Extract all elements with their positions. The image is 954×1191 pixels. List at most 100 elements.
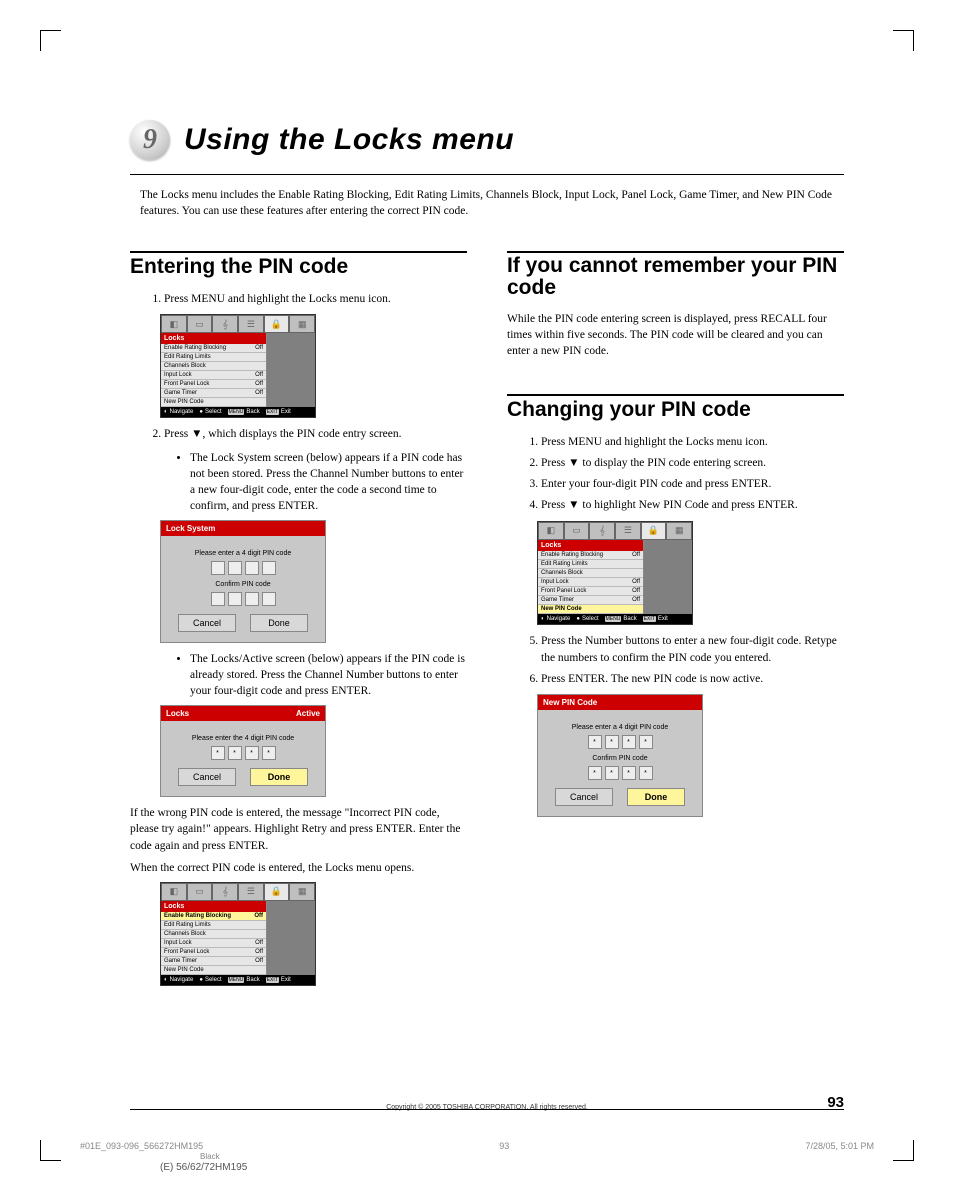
menu-row: Edit Rating Limits	[161, 353, 266, 362]
menu-row: Channels Block	[161, 362, 266, 371]
body-text: When the correct PIN code is entered, th…	[130, 860, 467, 876]
locks-menu-screenshot: ◧ ▭ 𝄞 ☰ 🔒 ▦ Locks Enable Rating Blocking…	[160, 314, 316, 418]
step: Press MENU and highlight the Locks menu …	[164, 291, 467, 308]
down-arrow-icon: ▼	[191, 428, 202, 440]
steps-changing-cont: Press the Number buttons to enter a new …	[523, 633, 844, 689]
confirm-text: Confirm PIN code	[544, 755, 696, 762]
pin-cells: ****	[167, 746, 319, 760]
chapter-title: Using the Locks menu	[184, 123, 514, 157]
menu-tabbar: ◧ ▭ 𝄞 ☰ 🔒 ▦	[161, 315, 315, 333]
lock-icon: 🔒	[641, 522, 667, 540]
tab-icon: 𝄞	[212, 315, 238, 333]
locks-active-dialog: LocksActive Please enter the 4 digit PIN…	[160, 705, 326, 797]
tab-icon: 𝄞	[589, 522, 615, 540]
bullet-item: The Locks/Active screen (below) appears …	[190, 651, 467, 699]
menu-row: Enable Rating BlockingOff	[161, 344, 266, 353]
copyright: Copyright © 2005 TOSHIBA CORPORATION. Al…	[386, 1104, 588, 1111]
chapter-heading: 9 Using the Locks menu	[130, 120, 844, 160]
pin-cells	[167, 561, 319, 575]
help-bar: ◐ Navigate ● Select MENU Back EXIT Exit	[538, 614, 692, 624]
menu-row: Channels Block	[538, 569, 643, 578]
print-footer: #01E_093-096_566272HM195 93 7/28/05, 5:0…	[80, 1141, 874, 1151]
help-bar: ◐ Navigate ● Select MENU Back EXIT Exit	[161, 407, 315, 417]
step: Press ▼, which displays the PIN code ent…	[164, 426, 467, 443]
tab-icon: ☰	[615, 522, 641, 540]
menu-row: Game TimerOff	[161, 389, 266, 398]
tab-icon: ▭	[187, 883, 213, 901]
prompt-text: Please enter a 4 digit PIN code	[544, 724, 696, 731]
menu-row: Input LockOff	[161, 939, 266, 948]
footer-date: 7/28/05, 5:01 PM	[805, 1141, 874, 1151]
footer-page: 93	[499, 1141, 509, 1151]
menu-panel: Locks Enable Rating BlockingOff Edit Rat…	[161, 333, 267, 407]
model-ref: (E) 56/62/72HM195	[160, 1162, 247, 1173]
done-button[interactable]: Done	[250, 614, 308, 632]
tab-icon: ▦	[289, 883, 315, 901]
rule	[130, 174, 844, 175]
pin-cells: ****	[544, 735, 696, 749]
rule	[507, 394, 844, 396]
pin-cells	[167, 592, 319, 606]
done-button[interactable]: Done	[627, 788, 685, 806]
step: Press MENU and highlight the Locks menu …	[541, 434, 844, 451]
menu-row-selected: New PIN Code	[538, 605, 643, 614]
cancel-button[interactable]: Cancel	[555, 788, 613, 806]
tab-icon: ▦	[666, 522, 692, 540]
new-pin-dialog: New PIN Code Please enter a 4 digit PIN …	[537, 694, 703, 817]
section-title-forgot: If you cannot remember your PIN code	[507, 255, 844, 299]
menu-row-selected: Enable Rating BlockingOff	[161, 912, 266, 921]
cancel-button[interactable]: Cancel	[178, 768, 236, 786]
menu-row: Front Panel LockOff	[538, 587, 643, 596]
menu-row: Game TimerOff	[538, 596, 643, 605]
manual-page: 9 Using the Locks menu The Locks menu in…	[0, 0, 954, 1191]
menu-row: Input LockOff	[161, 371, 266, 380]
prompt-text: Please enter a 4 digit PIN code	[167, 550, 319, 557]
cancel-button[interactable]: Cancel	[178, 614, 236, 632]
tab-icon: ▭	[564, 522, 590, 540]
step: Press ▼ to display the PIN code entering…	[541, 455, 844, 472]
bullet-item: The Lock System screen (below) appears i…	[190, 450, 467, 514]
menu-row: Channels Block	[161, 930, 266, 939]
menu-row: Edit Rating Limits	[161, 921, 266, 930]
tab-icon: ▦	[289, 315, 315, 333]
section-title-changing: Changing your PIN code	[507, 398, 844, 422]
menu-header: Locks	[538, 540, 643, 551]
tab-icon: ▭	[187, 315, 213, 333]
menu-row: Front Panel LockOff	[161, 948, 266, 957]
steps-changing: Press MENU and highlight the Locks menu …	[523, 434, 844, 515]
menu-row: Edit Rating Limits	[538, 560, 643, 569]
rule	[130, 251, 467, 253]
dialog-header: Lock System	[161, 521, 325, 536]
tab-icon: 𝄞	[212, 883, 238, 901]
menu-row: Game TimerOff	[161, 957, 266, 966]
step: Press ▼ to highlight New PIN Code and pr…	[541, 497, 844, 514]
lock-icon: 🔒	[264, 883, 290, 901]
tab-icon: ☰	[238, 883, 264, 901]
step: Press ENTER. The new PIN code is now act…	[541, 671, 844, 688]
menu-row: New PIN Code	[161, 398, 266, 407]
crop-mark	[893, 30, 914, 51]
body-text: While the PIN code entering screen is di…	[507, 311, 844, 359]
step: Press the Number buttons to enter a new …	[541, 633, 844, 668]
done-button[interactable]: Done	[250, 768, 308, 786]
menu-tabbar: ◧ ▭ 𝄞 ☰ 🔒 ▦	[161, 883, 315, 901]
help-bar: ◐ Navigate ● Select MENU Back EXIT Exit	[161, 975, 315, 985]
lock-icon: 🔒	[264, 315, 290, 333]
dialog-header: LocksActive	[161, 706, 325, 721]
steps-entering: Press MENU and highlight the Locks menu …	[146, 291, 467, 308]
menu-header: Locks	[161, 901, 266, 912]
right-column: If you cannot remember your PIN code Whi…	[507, 243, 844, 994]
menu-header: Locks	[161, 333, 266, 344]
locks-menu-open-screenshot: ◧ ▭ 𝄞 ☰ 🔒 ▦ Locks Enable Rating Blocking…	[160, 882, 316, 986]
rule	[130, 1109, 844, 1110]
tab-icon: ☰	[238, 315, 264, 333]
file-ref: #01E_093-096_566272HM195	[80, 1141, 203, 1151]
crop-mark	[40, 1140, 61, 1161]
tab-icon: ◧	[538, 522, 564, 540]
prompt-text: Please enter the 4 digit PIN code	[167, 735, 319, 742]
confirm-text: Confirm PIN code	[167, 581, 319, 588]
crop-mark	[893, 1140, 914, 1161]
section-title-entering: Entering the PIN code	[130, 255, 467, 279]
steps-entering-2: Press ▼, which displays the PIN code ent…	[146, 426, 467, 443]
menu-row: Enable Rating BlockingOff	[538, 551, 643, 560]
